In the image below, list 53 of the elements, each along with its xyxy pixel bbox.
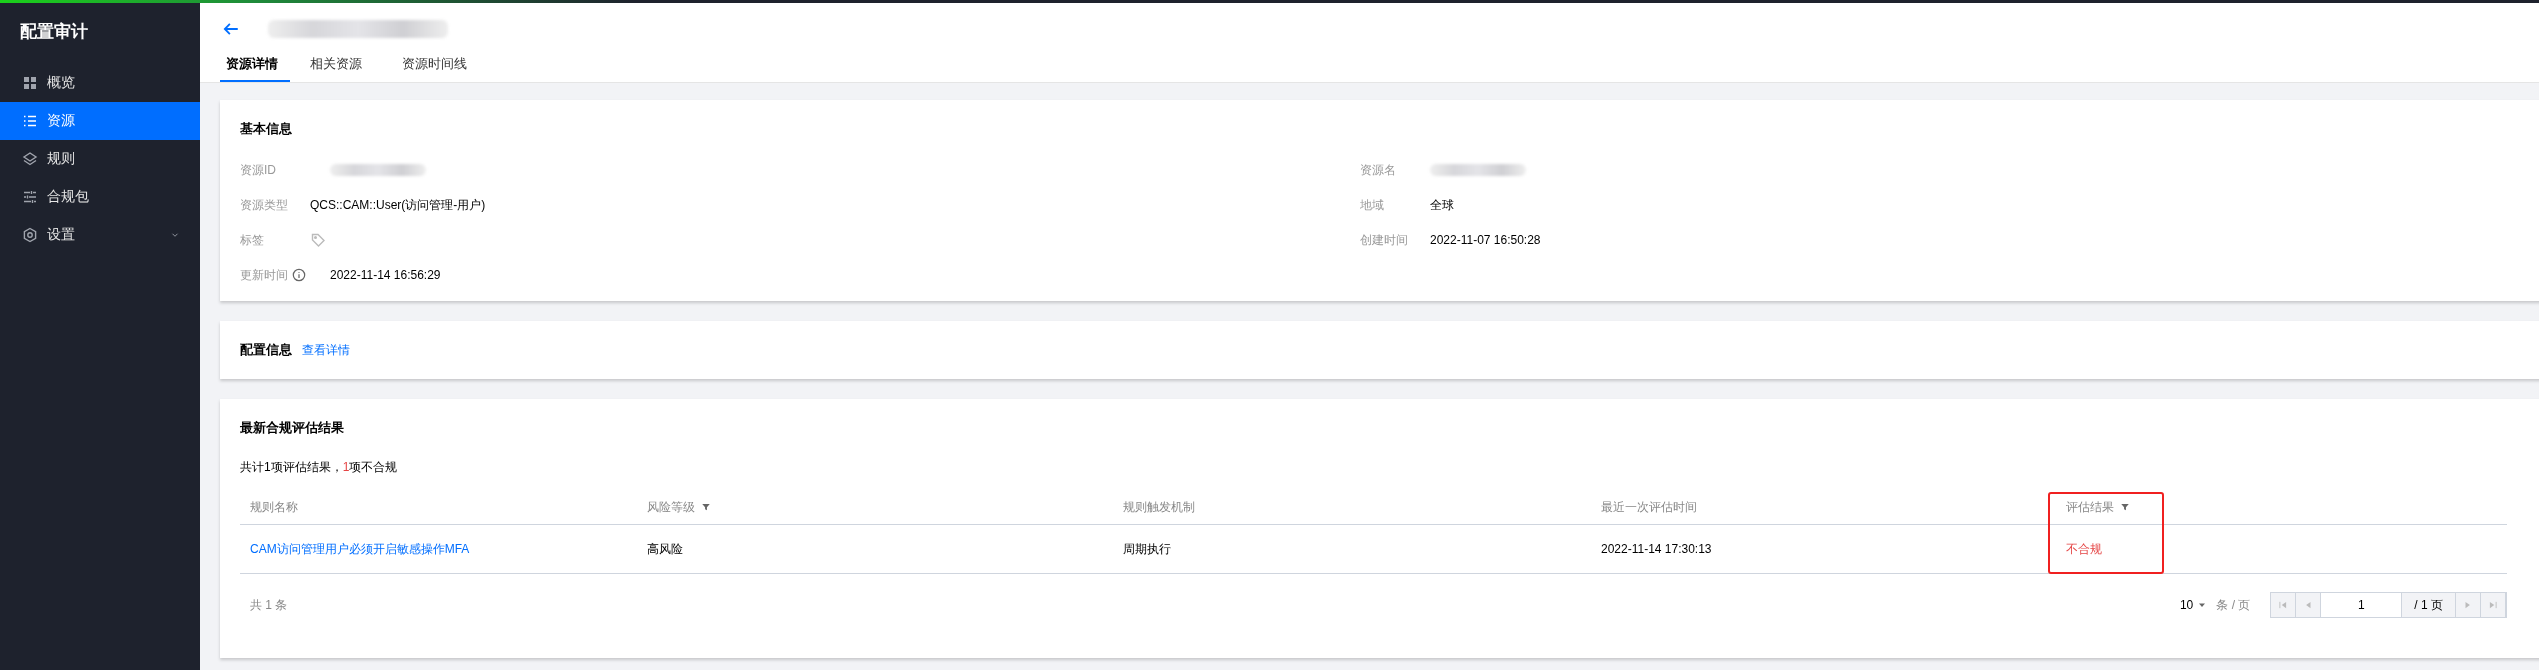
list-icon [22, 113, 38, 129]
last-page-icon [2488, 600, 2498, 610]
sidebar-item[interactable]: 资源 [0, 102, 200, 140]
column-header: 评估结果 [2056, 490, 2507, 525]
field-value: 2022-11-14 16:56:29 [330, 268, 441, 282]
layers-icon [22, 151, 38, 167]
card-title: 最新合规评估结果 [240, 419, 345, 437]
tab[interactable]: 资源时间线 [382, 55, 487, 82]
first-page-icon [2278, 600, 2289, 610]
tag-icon [310, 232, 326, 248]
field-label: 资源ID [240, 161, 276, 179]
column-header: 规则触发机制 [1113, 490, 1591, 525]
grid-icon [22, 75, 38, 91]
field-label: 更新时间 [240, 266, 288, 284]
status-text: 不合规 [2066, 541, 2102, 556]
page-count: / 1 页 [2413, 596, 2444, 614]
table-cell: 周期执行 [1123, 541, 1171, 556]
page-size-select[interactable]: 10 [2179, 598, 2207, 612]
field-label: 地域 [1360, 196, 1384, 214]
caret-down-icon [2198, 601, 2207, 609]
sidebar-item[interactable]: 设置 [0, 216, 200, 254]
table-cell: 2022-11-14 17:30:13 [1601, 542, 1712, 556]
field-label: 创建时间 [1360, 231, 1408, 249]
field-value: 全球 [1430, 196, 1454, 214]
card-title: 配置信息 [240, 341, 292, 359]
sidebar-item[interactable]: 规则 [0, 140, 200, 178]
settings-icon [22, 227, 38, 243]
filter-icon [701, 501, 711, 512]
rule-link[interactable]: CAM访问管理用户必须开启敏感操作MFA [250, 541, 470, 556]
field-value: 2022-11-07 16:50:28 [1430, 233, 1541, 247]
view-details-link[interactable]: 查看详情 [302, 341, 350, 359]
table-cell: 高风险 [647, 541, 683, 556]
column-header: 最近一次评估时间 [1591, 490, 2056, 525]
tab[interactable]: 相关资源 [290, 55, 382, 82]
sidebar-item[interactable]: 概览 [0, 64, 200, 102]
next-page-button[interactable] [2455, 593, 2481, 617]
field-label: 标签 [240, 231, 264, 249]
total-count: 共 1 条 [250, 596, 288, 614]
field-label: 资源名 [1360, 161, 1396, 179]
page-input[interactable]: 1 [2321, 593, 2403, 617]
field-label: 资源类型 [240, 196, 288, 214]
summary-text: 共计1项评估结果，1项不合规 [240, 459, 399, 476]
filter-icon [2120, 501, 2130, 512]
sidebar-item[interactable]: 合规包 [0, 178, 200, 216]
column-header: 风险等级 [637, 490, 1113, 525]
per-page-label: 条 / 页 [2216, 596, 2251, 614]
app-title: 配置审计 [19, 21, 89, 43]
field-value: QCS::CAM::User(访问管理-用户) [310, 196, 486, 214]
tab[interactable]: 资源详情 [220, 55, 290, 82]
column-header: 规则名称 [240, 490, 637, 525]
card-title: 基本信息 [240, 120, 293, 138]
info-icon [292, 268, 306, 282]
sliders-icon [22, 189, 38, 205]
